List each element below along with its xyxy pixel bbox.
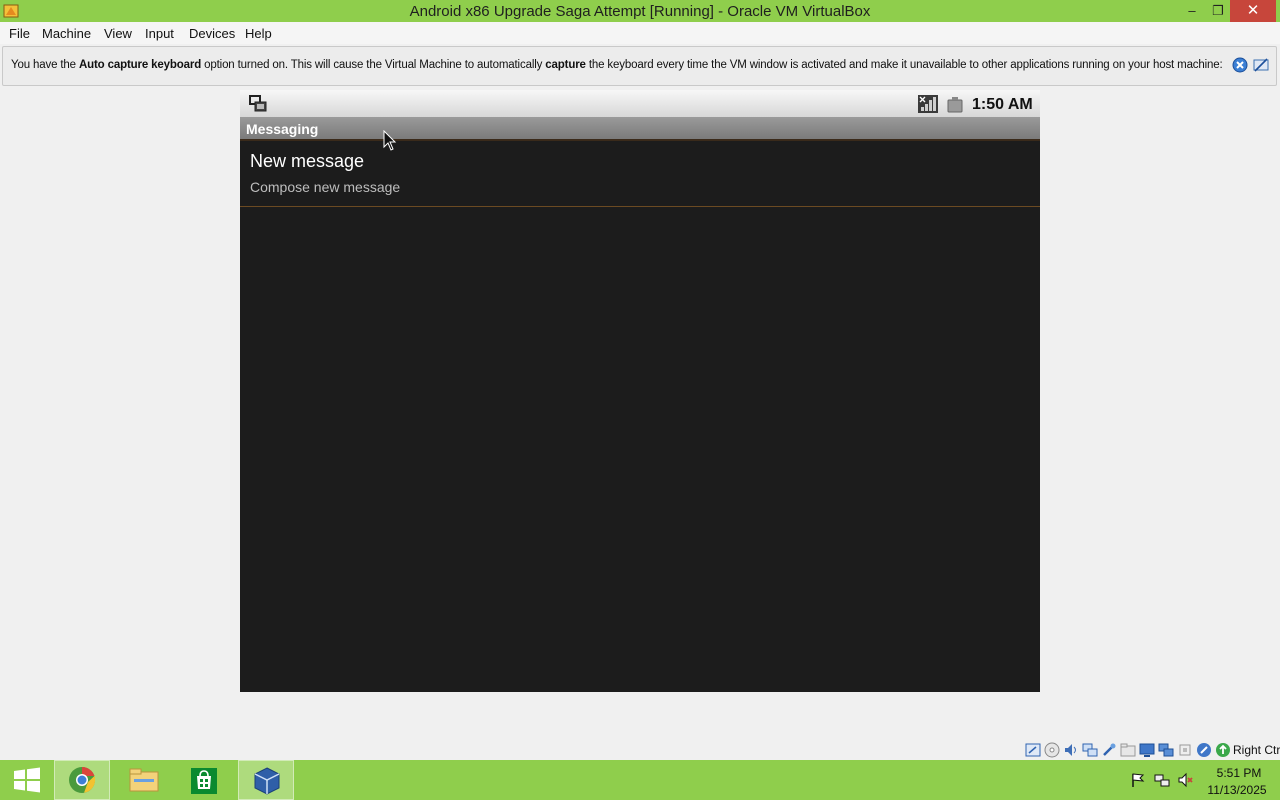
taskbar-chrome[interactable]	[54, 760, 110, 800]
menu-bar: File Machine View Input Devices Help	[0, 22, 1280, 44]
menu-view[interactable]: View	[104, 26, 132, 41]
android-status-bar: 1:50 AM	[240, 90, 1040, 117]
display-icon[interactable]	[1139, 742, 1155, 758]
taskbar-date[interactable]: 11/13/2025	[1204, 783, 1270, 797]
usb-icon[interactable]	[1101, 742, 1117, 758]
app-title: Messaging	[246, 121, 319, 137]
window-title-bar[interactable]: Android x86 Upgrade Saga Attempt [Runnin…	[0, 0, 1280, 22]
notification-message: You have the Auto capture keyboard optio…	[11, 59, 1223, 71]
minimize-button[interactable]: –	[1178, 0, 1206, 22]
optical-drive-icon[interactable]	[1044, 742, 1060, 758]
taskbar-virtualbox[interactable]	[238, 760, 294, 800]
windows-logo-icon	[14, 767, 40, 793]
action-center-flag-icon[interactable]	[1130, 772, 1146, 788]
auto-capture-notification: You have the Auto capture keyboard optio…	[2, 46, 1277, 86]
virtualbox-icon	[254, 767, 280, 795]
store-icon	[191, 768, 217, 794]
menu-machine[interactable]: Machine	[42, 26, 91, 41]
menu-file[interactable]: File	[9, 26, 30, 41]
close-button[interactable]: ✕	[1230, 0, 1276, 22]
vm-status-bar: Right Ctrl	[1024, 740, 1280, 760]
new-message-item[interactable]: New message Compose new message	[240, 143, 1040, 207]
cpu-icon[interactable]	[1177, 742, 1193, 758]
file-explorer-icon	[129, 768, 159, 792]
signal-icon	[918, 95, 938, 113]
volume-muted-icon[interactable]	[1178, 772, 1194, 788]
video-capture-icon[interactable]	[1158, 742, 1174, 758]
start-button[interactable]	[0, 760, 56, 800]
menu-devices[interactable]: Devices	[189, 26, 235, 41]
new-message-title: New message	[250, 151, 365, 171]
taskbar: 5:51 PM 11/13/2025	[0, 760, 1280, 800]
taskbar-file-explorer[interactable]	[116, 760, 172, 800]
info-close-icon[interactable]	[1232, 57, 1248, 73]
window-title: Android x86 Upgrade Saga Attempt [Runnin…	[409, 3, 871, 20]
mouse-pointer-icon	[383, 130, 397, 151]
usb-debugging-icon	[249, 95, 267, 112]
shared-folders-icon[interactable]	[1120, 742, 1136, 758]
maximize-button[interactable]: ❐	[1206, 0, 1230, 22]
new-message-subtitle: Compose new message	[250, 179, 401, 195]
battery-icon	[947, 97, 963, 113]
taskbar-time[interactable]: 5:51 PM	[1208, 766, 1270, 780]
host-key-label: Right Ctrl	[1233, 743, 1280, 757]
keyboard-capture-icon[interactable]	[1215, 742, 1231, 758]
network-tray-icon[interactable]	[1154, 772, 1170, 788]
menu-input[interactable]: Input	[145, 26, 174, 41]
chrome-icon	[69, 766, 96, 793]
vm-display[interactable]: 1:50 AM Messaging New message Compose ne…	[240, 90, 1040, 692]
menu-help[interactable]: Help	[245, 26, 272, 41]
hard-disk-icon[interactable]	[1025, 742, 1041, 758]
dont-show-again-icon[interactable]	[1253, 57, 1269, 73]
audio-icon[interactable]	[1063, 742, 1079, 758]
taskbar-store[interactable]	[176, 760, 232, 800]
android-clock: 1:50 AM	[972, 96, 1033, 113]
mouse-integration-icon[interactable]	[1196, 742, 1212, 758]
network-icon[interactable]	[1082, 742, 1098, 758]
app-title-bar: Messaging	[240, 117, 1040, 141]
